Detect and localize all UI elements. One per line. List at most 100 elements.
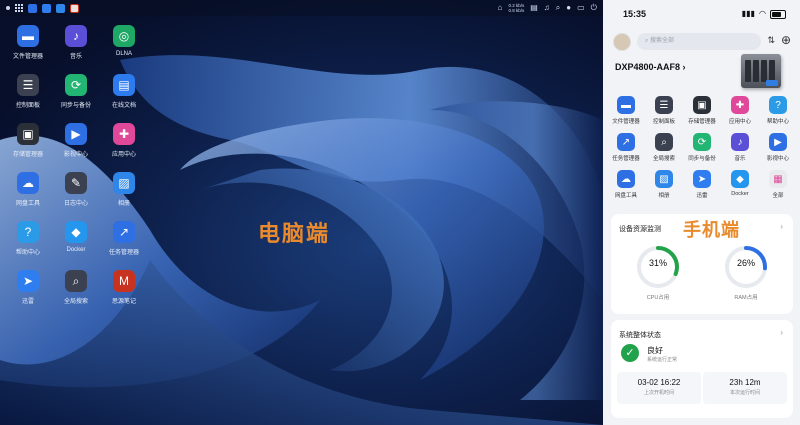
video-icon: ▶ [65, 123, 87, 145]
phone-app-storage[interactable]: ▣ 存储管理器 [683, 96, 721, 125]
taskbar-folder-icon[interactable] [28, 3, 37, 13]
desktop-app-log[interactable]: ✎ 日志中心 [52, 172, 100, 207]
app-center-icon: ✚ [113, 123, 135, 145]
power-icon[interactable]: ⏻ [591, 0, 597, 16]
sync-icon: ⟳ [65, 74, 87, 96]
desktop-app-siyuan-note[interactable]: M 思源笔记 [100, 270, 148, 305]
desktop-app-label: Docker [66, 247, 86, 253]
desktop-app-video[interactable]: ▶ 影视中心 [52, 123, 100, 158]
notification-icon[interactable]: ♫ [544, 0, 550, 16]
desktop-app-cloud-drive[interactable]: ☁ 网盘工具 [4, 172, 52, 207]
desktop-app-label: 音乐 [69, 54, 82, 60]
desktop-app-task-manager[interactable]: ↗ 任务管理器 [100, 221, 148, 256]
desktop-app-docker[interactable]: ◆ Docker [52, 221, 100, 253]
system-status-card[interactable]: 系统整体状态 › ✓ 良好 系统运行正常 03-02 16:22 上次开机时间 … [611, 320, 793, 418]
music-icon: ♪ [731, 133, 749, 151]
desktop-app-label: 影视中心 [63, 152, 88, 158]
desktop-app-storage[interactable]: ▣ 存储管理器 [4, 123, 52, 158]
user-icon[interactable]: ● [566, 0, 571, 16]
storage-icon: ▣ [17, 123, 39, 145]
network-icon[interactable]: ⌂ [498, 0, 503, 16]
card-title: 设备资源监测 [619, 226, 661, 233]
desktop-app-label: DLNA [115, 51, 132, 57]
cpu-gauge: 31% CPU占用 [635, 244, 681, 301]
taskbar-photo-icon[interactable] [56, 3, 65, 13]
desktop-caption: 电脑端 [258, 221, 331, 246]
desktop-app-label: 思源笔记 [111, 299, 136, 305]
phone-app-task-manager[interactable]: ↗ 任务管理器 [607, 133, 645, 162]
photo-icon: ▨ [113, 172, 135, 194]
phone-app-help[interactable]: ? 帮助中心 [759, 96, 797, 125]
phone-app-label: 相册 [658, 193, 670, 199]
phone-search-row: ⌕ 搜索全部 ⇅ ⊕ [613, 32, 793, 52]
last-boot-box: 03-02 16:22 上次开机时间 [617, 372, 701, 404]
network-speed: 0.2 kb/s 0.8 kb/s [508, 3, 525, 13]
add-icon[interactable]: ⊕ [781, 33, 791, 47]
phone-app-label: Docker [731, 191, 749, 197]
folder-icon: ▬ [617, 96, 635, 114]
phone-app-sliders[interactable]: ☰ 控制面板 [645, 96, 683, 125]
phone-app-label: 音乐 [734, 156, 746, 162]
phone-app-folder[interactable]: ▬ 文件管理器 [607, 96, 645, 125]
chevron-right-icon[interactable]: › [780, 222, 783, 231]
chevron-right-icon[interactable]: › [780, 328, 783, 337]
video-icon: ▶ [769, 133, 787, 151]
desktop-app-help[interactable]: ? 帮助中心 [4, 221, 52, 256]
desktop-app-document[interactable]: ▤ 在线文档 [100, 74, 148, 109]
desktop-app-label: 迅雷 [21, 299, 34, 305]
log-icon: ✎ [65, 172, 87, 194]
phone-app-all-apps[interactable]: ▦ 全部 [759, 170, 797, 199]
siyuan-note-icon: M [113, 270, 135, 292]
phone-app-row: ▬ 文件管理器 ☰ 控制面板 ▣ 存储管理器 ✚ 应用中心? 帮助中心 [607, 96, 797, 125]
phone-app-global-search[interactable]: ⌕ 全局搜索 [645, 133, 683, 162]
desktop-app-folder[interactable]: ▬ 文件管理器 [4, 25, 52, 60]
storage-icon: ▣ [693, 96, 711, 114]
phone-app-music[interactable]: ♪ 音乐 [721, 133, 759, 162]
desktop-app-dlna[interactable]: ◎ DLNA [100, 25, 148, 57]
phone-app-label: 任务管理器 [612, 156, 640, 162]
phone-screen: 15:35 ▮▮▮ ◠ ⌕ 搜索全部 ⇅ ⊕ DXP4800-AAF8 › ▬ 文… [603, 0, 800, 425]
phone-caption: 手机端 [683, 220, 740, 240]
last-boot-value: 03-02 16:22 [637, 378, 681, 387]
phone-app-label: 迅雷 [696, 193, 708, 199]
phone-app-label: 网盘工具 [614, 193, 637, 199]
phone-app-sync[interactable]: ⟳ 同步与备份 [683, 133, 721, 162]
phone-app-photo[interactable]: ▨ 相册 [645, 170, 683, 199]
avatar[interactable] [613, 33, 631, 51]
clipboard-icon[interactable]: ▤ [530, 0, 538, 16]
phone-app-label: 影视中心 [766, 156, 789, 162]
phone-app-app-center[interactable]: ✚ 应用中心 [721, 96, 759, 125]
desktop-app-sync[interactable]: ⟳ 同步与备份 [52, 74, 100, 109]
phone-app-thunder[interactable]: ➤ 迅雷 [683, 170, 721, 199]
desktop-app-sliders[interactable]: ☰ 控制面板 [4, 74, 52, 109]
desktop-app-label: 应用中心 [111, 152, 136, 158]
desktop-app-label: 全局搜索 [63, 299, 88, 305]
desktop-app-music[interactable]: ♪ 音乐 [52, 25, 100, 60]
desktop-app-global-search[interactable]: ⌕ 全局搜索 [52, 270, 100, 305]
phone-app-docker[interactable]: ◆ Docker [721, 170, 759, 199]
app-launcher-icon[interactable] [15, 4, 23, 12]
layout-icon[interactable]: ▭ [577, 0, 585, 16]
desktop-app-label: 在线文档 [111, 103, 136, 109]
phone-app-cloud-drive[interactable]: ☁ 网盘工具 [607, 170, 645, 199]
last-boot-label: 上次开机时间 [643, 390, 674, 396]
uptime-value: 23h 12m [729, 378, 761, 387]
phone-app-row: ↗ 任务管理器 ⌕ 全局搜索 ⟳ 同步与备份 ♪ 音乐 ▶ 影视中心 [607, 133, 797, 162]
desktop-app-photo[interactable]: ▨ 相册 [100, 172, 148, 207]
thunder-icon: ➤ [693, 170, 711, 188]
check-circle-icon: ✓ [621, 344, 639, 362]
phone-app-label: 控制面板 [652, 119, 675, 125]
search-input[interactable]: ⌕ 搜索全部 [637, 33, 761, 50]
desktop-app-thunder[interactable]: ➤ 迅雷 [4, 270, 52, 305]
phone-app-label: 同步与备份 [688, 156, 716, 162]
device-name[interactable]: DXP4800-AAF8 › [615, 62, 686, 72]
global-search-icon: ⌕ [65, 270, 87, 292]
phone-app-video[interactable]: ▶ 影视中心 [759, 133, 797, 162]
taskbar-thunder-icon[interactable] [42, 3, 51, 13]
help-icon: ? [769, 96, 787, 114]
desktop-app-label: 控制面板 [15, 103, 40, 109]
search-icon[interactable]: ⌕ [556, 0, 560, 16]
sort-icon[interactable]: ⇅ [767, 35, 775, 46]
desktop-app-app-center[interactable]: ✚ 应用中心 [100, 123, 148, 158]
taskbar-note-icon[interactable] [70, 3, 79, 13]
